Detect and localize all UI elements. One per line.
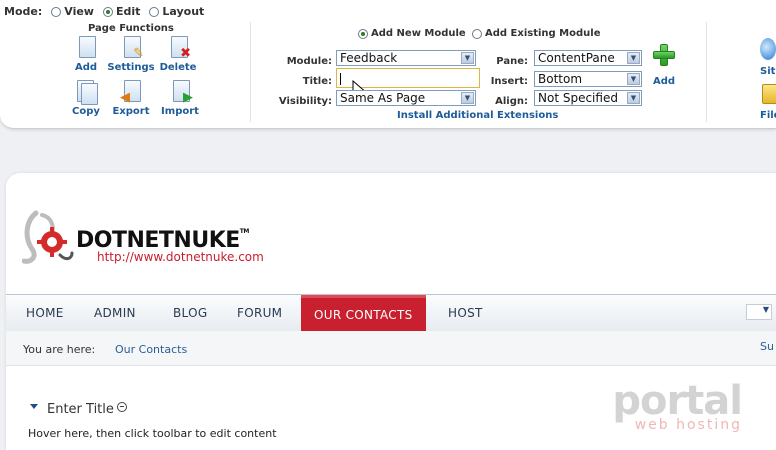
visibility-select[interactable]: Same As Page ▼ [336,90,476,106]
module-title: Enter Title [30,401,127,417]
nav-item-our-contacts[interactable]: OUR CONTACTS [301,295,426,332]
add-page-icon [75,36,97,60]
delete-page-button[interactable]: ✖ Delete [148,36,208,73]
breadcrumb-right-cutoff[interactable]: Su [760,340,774,353]
mode-label: Mode: [4,5,43,18]
chevron-down-icon: ▼ [627,92,640,104]
chevron-down-icon: ▼ [461,92,474,104]
mode-selector: Mode: View Edit Layout [4,5,204,18]
visibility-label: Visibility: [278,96,332,107]
panel-divider [706,22,707,122]
breadcrumb-link[interactable]: Our Contacts [115,343,187,356]
radio-add-new-module[interactable] [358,28,368,39]
folder-icon[interactable] [762,84,776,104]
add-new-module-option[interactable]: Add New Module [358,28,466,39]
text-caret [340,72,341,85]
delete-page-icon: ✖ [167,36,191,60]
add-existing-module-option[interactable]: Add Existing Module [472,28,600,39]
title-label: Title: [302,76,332,87]
align-label: Align: [495,96,528,107]
chevron-down-icon: ▼ [627,73,640,85]
files-link-cutoff[interactable]: File [760,110,776,121]
mode-view-option[interactable]: View [51,5,94,18]
breadcrumb-label: You are here: [23,343,96,356]
pane-select[interactable]: ContentPane ▼ [534,50,642,66]
site-page: DOTNETNUKETM http://www.dotnetnuke.com H… [6,173,776,450]
module-select[interactable]: Feedback ▼ [336,50,476,66]
panel-divider [250,22,251,122]
mode-layout-option[interactable]: Layout [149,5,204,18]
radio-edit[interactable] [102,6,113,17]
collapse-minus-icon[interactable] [116,401,127,412]
globe-icon[interactable] [760,38,776,60]
insert-label: Insert: [490,76,528,87]
add-module-plus-icon[interactable] [653,44,675,66]
export-page-icon: ◀ [120,80,142,104]
radio-layout[interactable] [149,6,160,17]
control-panel: Mode: View Edit Layout Page Functions Ad… [0,0,776,129]
align-select[interactable]: Not Specified ▼ [534,90,642,106]
language-selector[interactable]: ▼ [746,304,772,320]
radio-view[interactable] [51,6,62,17]
nav-item-host[interactable]: HOST [448,295,483,331]
chevron-down-icon: ▼ [461,52,474,64]
settings-page-icon: ✎ [120,36,144,60]
install-extensions-link[interactable]: Install Additional Extensions [397,110,558,121]
import-page-icon: ▶ [169,80,193,104]
brand-url[interactable]: http://www.dotnetnuke.com [97,250,264,264]
nav-item-blog[interactable]: BLOG [173,295,207,331]
module-content[interactable]: Hover here, then click toolbar to edit c… [28,427,277,440]
site-link-cutoff[interactable]: Sit [760,66,775,77]
insert-select[interactable]: Bottom ▼ [534,71,642,87]
dotnetnuke-logo-icon [22,210,74,264]
portal-watermark: portal web hosting [612,378,743,433]
page-functions-title: Page Functions [88,23,174,34]
copy-page-icon [75,80,98,105]
pane-label: Pane: [496,56,528,67]
chevron-down-icon: ▼ [627,52,640,64]
add-module-button[interactable]: Add [653,76,675,87]
nav-item-admin[interactable]: ADMIN [94,295,136,331]
mode-edit-option[interactable]: Edit [102,5,140,18]
module-actions-triangle-icon[interactable] [30,404,38,409]
radio-add-existing-module[interactable] [472,28,482,39]
main-nav: HOME ADMIN BLOG FORUM OUR CONTACTS HOST … [6,294,776,332]
nav-item-home[interactable]: HOME [26,295,64,331]
import-page-button[interactable]: ▶ Import [150,80,210,117]
nav-item-forum[interactable]: FORUM [237,295,282,331]
module-label: Module: [286,56,332,67]
